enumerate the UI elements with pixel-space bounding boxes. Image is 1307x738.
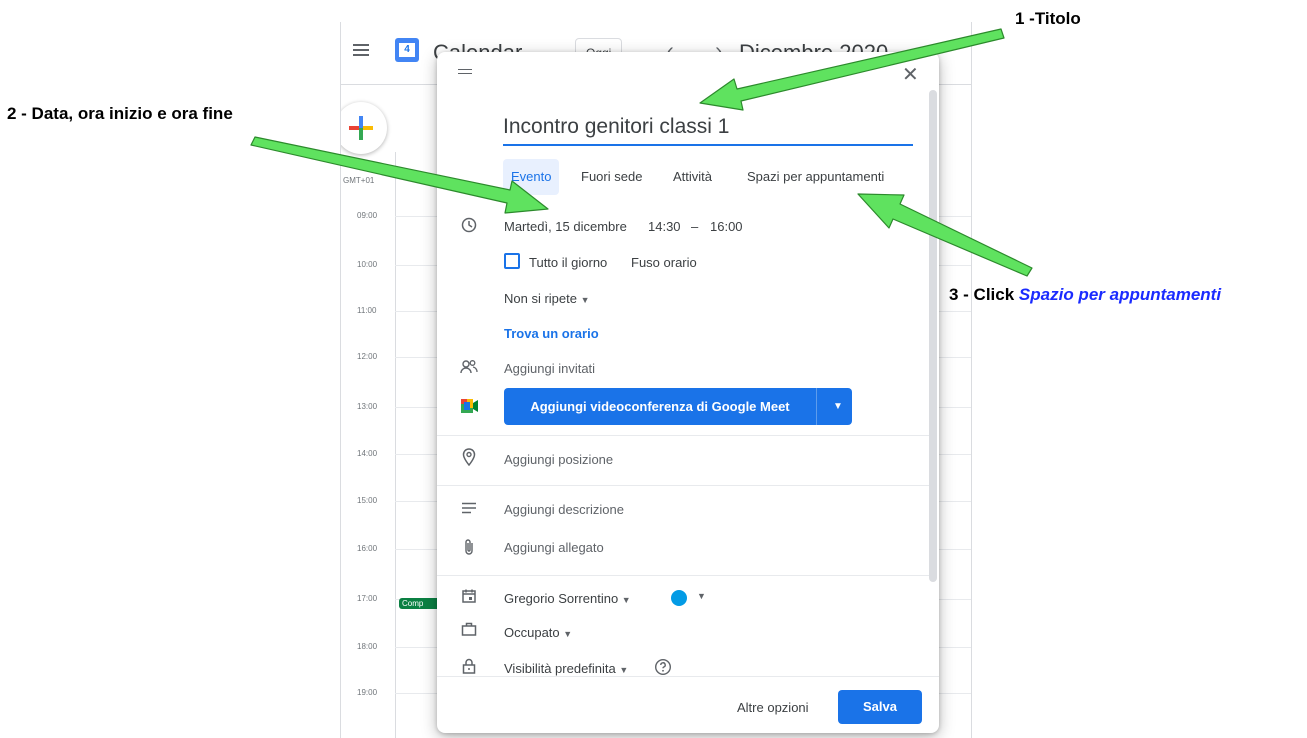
arrow-to-slots (857, 193, 1033, 277)
annotation-slots-link: Spazio per appuntamenti (1018, 285, 1222, 304)
arrow-to-title (699, 28, 1005, 111)
annotation-slots: 3 - Click Spazio per appuntamenti (949, 285, 1221, 305)
annotation-title: 1 -Titolo (1015, 9, 1081, 28)
annotation-slots-prefix: 3 - Click (949, 285, 1019, 304)
annotation-date: 2 - Data, ora inizio e ora fine (7, 104, 233, 123)
arrow-to-date (250, 136, 549, 214)
